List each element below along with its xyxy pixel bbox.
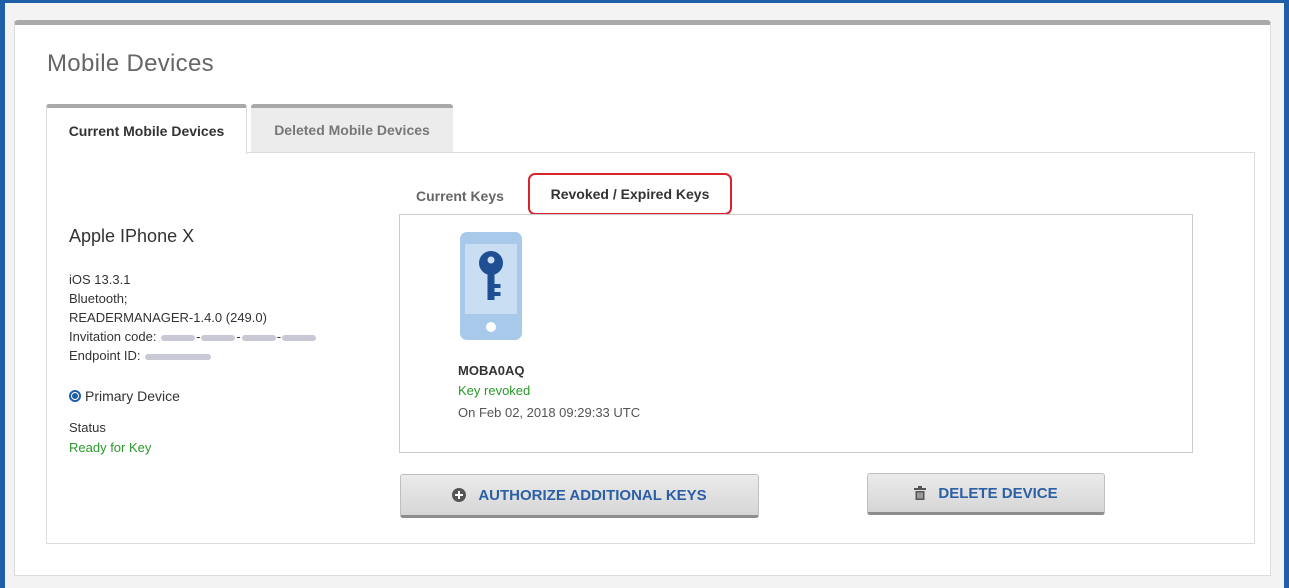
device-os: iOS 13.3.1 <box>69 272 131 287</box>
delete-button-label: DELETE DEVICE <box>938 484 1058 502</box>
page-title: Mobile Devices <box>47 50 214 77</box>
status-value: Ready for Key <box>69 440 152 455</box>
status-label: Status <box>69 420 106 435</box>
radio-selected-icon[interactable] <box>69 390 81 402</box>
phone-key-icon <box>460 232 522 340</box>
invitation-code-redacted: --- <box>160 329 317 344</box>
authorize-additional-keys-button[interactable]: AUTHORIZE ADDITIONAL KEYS <box>400 474 759 518</box>
tab-current-mobile-devices[interactable]: Current Mobile Devices <box>46 104 247 154</box>
device-info: iOS 13.3.1 Bluetooth; READERMANAGER-1.4.… <box>69 270 317 365</box>
invitation-code-row: Invitation code: --- <box>69 327 317 346</box>
tab-current-keys[interactable]: Current Keys <box>416 188 504 204</box>
trash-icon <box>914 486 927 500</box>
device-app-version: READERMANAGER-1.4.0 (249.0) <box>69 310 267 325</box>
endpoint-id-row: Endpoint ID: <box>69 346 317 365</box>
endpoint-id-label: Endpoint ID: <box>69 348 141 363</box>
device-name: Apple IPhone X <box>69 226 195 246</box>
invitation-code-label: Invitation code: <box>69 329 157 344</box>
device-connectivity: Bluetooth; <box>69 291 128 306</box>
authorize-button-label: AUTHORIZE ADDITIONAL KEYS <box>478 486 707 504</box>
key-status: Key revoked <box>458 383 531 398</box>
tab-revoked-expired-keys[interactable]: Revoked / Expired Keys <box>528 173 732 215</box>
primary-device-radio[interactable]: Primary Device <box>69 388 180 404</box>
endpoint-id-redacted <box>144 348 212 363</box>
tab-revoked-expired-keys-label: Revoked / Expired Keys <box>550 186 710 202</box>
plus-circle-icon <box>452 488 467 502</box>
delete-device-button[interactable]: DELETE DEVICE <box>867 473 1105 515</box>
primary-device-label: Primary Device <box>85 388 180 404</box>
key-id: MOBA0AQ <box>458 363 525 378</box>
tab-deleted-mobile-devices[interactable]: Deleted Mobile Devices <box>251 104 453 152</box>
key-date: On Feb 02, 2018 09:29:33 UTC <box>458 405 641 420</box>
